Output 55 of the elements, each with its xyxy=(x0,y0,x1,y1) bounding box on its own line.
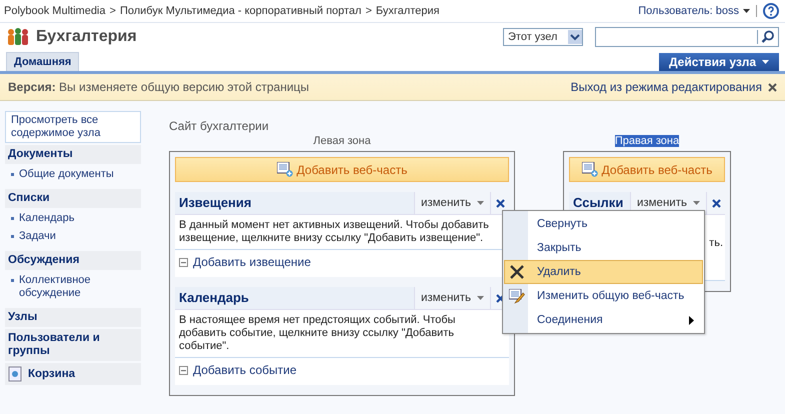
sidebar-header[interactable]: Корзина xyxy=(5,363,141,385)
scope-dropdown[interactable]: Этот узел xyxy=(503,28,583,46)
dropdown-icon xyxy=(568,30,582,44)
web-part-title: Календарь xyxy=(178,289,250,307)
close-icon xyxy=(496,198,504,208)
breadcrumb-link[interactable]: Полибук Мультимедиа - корпоративный портал xyxy=(120,5,362,17)
sidebar-header[interactable]: Списки xyxy=(5,189,141,208)
caret-icon xyxy=(477,296,484,300)
help-icon[interactable] xyxy=(763,3,779,19)
recycle-bin-icon xyxy=(8,366,22,382)
sidebar-header[interactable]: Документы xyxy=(5,145,141,164)
search-field[interactable] xyxy=(595,27,779,47)
add-item-link[interactable]: Добавить извещение xyxy=(193,255,311,269)
caret-icon xyxy=(762,60,769,64)
edit-icon xyxy=(509,288,525,304)
add-item-link[interactable]: Добавить событие xyxy=(193,363,297,377)
zone-label: Левая зона xyxy=(313,135,371,147)
submenu-arrow-icon xyxy=(689,316,694,324)
add-item-icon xyxy=(179,366,188,374)
exit-edit-mode-link[interactable]: Выход из режима редактирования xyxy=(570,80,762,94)
sidebar-link[interactable]: Общие документы xyxy=(19,168,114,181)
sidebar-header[interactable]: Пользователи и группы xyxy=(5,329,141,361)
site-title: Бухгалтерия xyxy=(36,28,137,46)
close-icon xyxy=(496,294,504,302)
view-all-content-link[interactable]: Просмотреть все содержимое узла xyxy=(5,111,141,143)
page-title: Сайт бухгалтерии xyxy=(169,119,270,133)
sidebar-header[interactable]: Узлы xyxy=(5,308,141,327)
version-notice: Версия: Вы изменяете общую версию этой страницы xyxy=(8,80,310,94)
breadcrumb-link[interactable]: Бухгалтерия xyxy=(376,5,440,17)
close-icon xyxy=(712,198,720,208)
people-icon xyxy=(6,27,30,47)
caret-icon xyxy=(477,201,484,205)
breadcrumb-separator: > xyxy=(110,5,116,17)
site-actions-button[interactable]: Действия узла xyxy=(658,53,779,71)
close-icon[interactable] xyxy=(768,82,777,92)
sidebar-link[interactable]: Коллективное обсуждение xyxy=(19,274,141,300)
breadcrumb-separator: > xyxy=(365,5,372,17)
tab[interactable]: Домашняя xyxy=(6,52,80,71)
user-menu[interactable]: Пользователь: boss xyxy=(638,5,750,17)
web-part-title: Извещения xyxy=(178,194,252,212)
add-web-part-icon xyxy=(582,162,598,177)
add-item-icon xyxy=(179,258,188,266)
sidebar-header[interactable]: Обсуждения xyxy=(5,251,141,270)
edit-menu-button[interactable]: изменить xyxy=(414,287,490,309)
edit-menu-button[interactable]: изменить xyxy=(414,192,490,214)
add-web-part-icon xyxy=(276,162,293,177)
sidebar-link[interactable]: Календарь xyxy=(19,212,75,225)
menu-item[interactable]: Изменить общую веб-часть xyxy=(504,284,703,308)
menu-item[interactable]: Удалить xyxy=(504,260,703,284)
breadcrumb-link[interactable]: Polybook Multimedia xyxy=(4,5,106,17)
caret-icon xyxy=(743,9,750,13)
caret-icon xyxy=(693,201,700,205)
web-part-title: Ссылки xyxy=(572,194,624,212)
sidebar-link[interactable]: Задачи xyxy=(19,230,56,243)
delete-icon xyxy=(510,265,524,279)
